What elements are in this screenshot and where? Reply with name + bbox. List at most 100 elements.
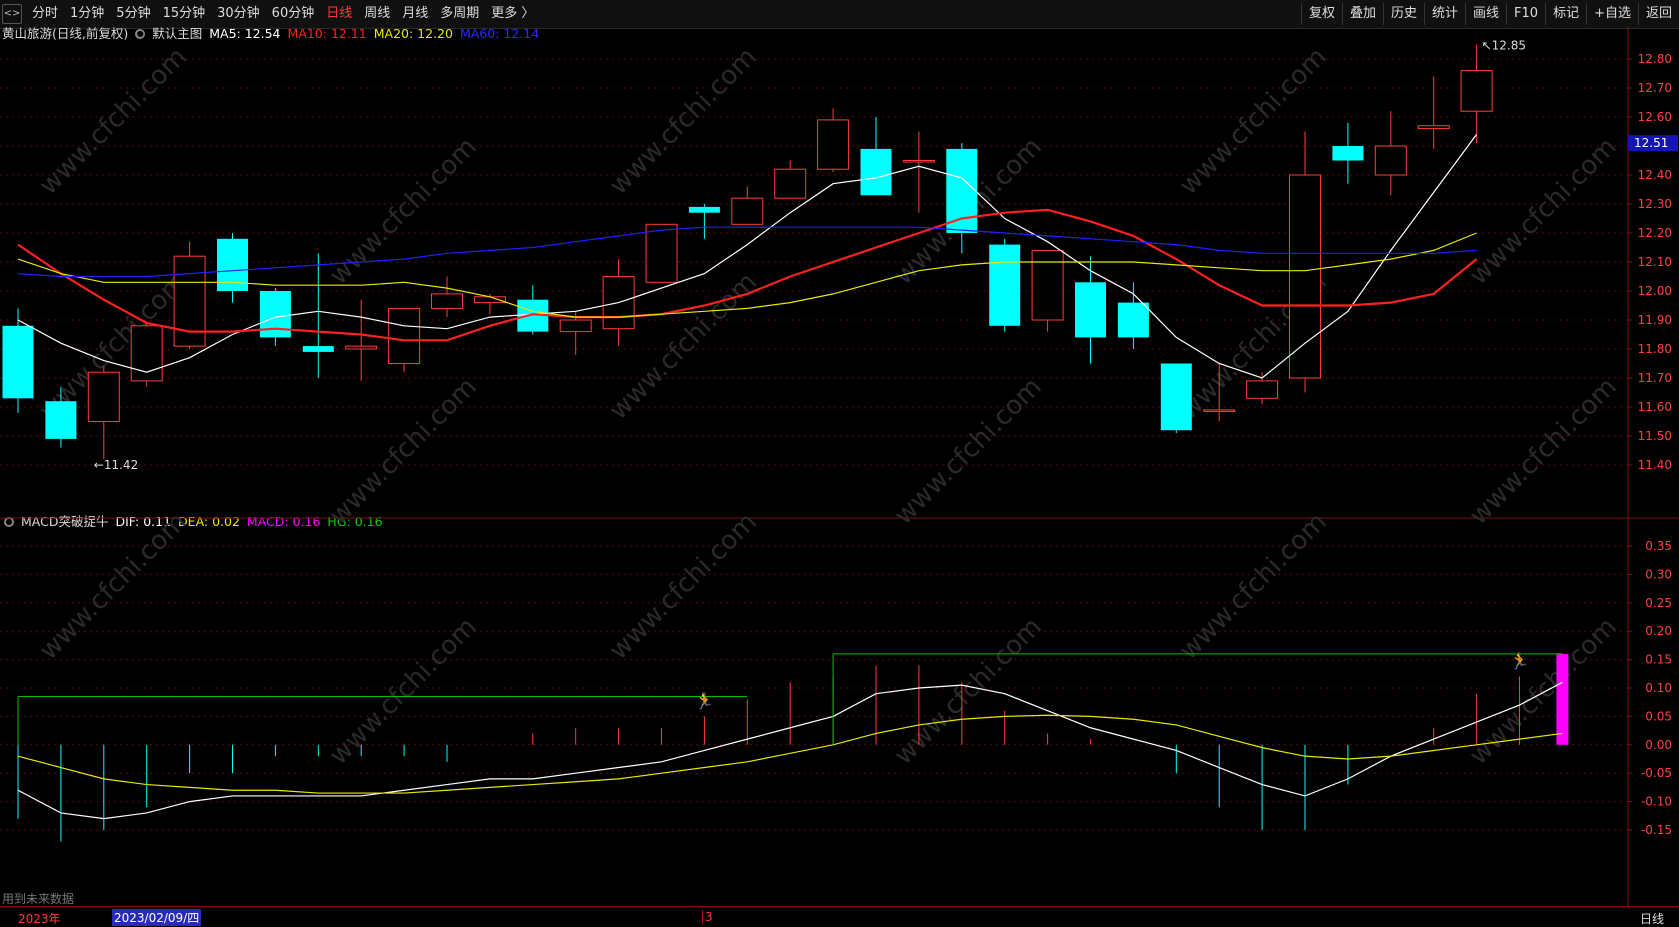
period-tab[interactable]: 多周期 [434,3,485,25]
watermark-text: www.cfchi.com [1464,372,1623,531]
candle-body-down [860,148,892,196]
y-tick-label: 12.00 [1638,284,1672,298]
watermark-text: www.cfchi.com [34,42,193,201]
macd-y-tick-label: 0.05 [1645,709,1672,723]
back-forward-icon[interactable]: <> [2,4,22,24]
y-tick-label: 12.70 [1638,81,1672,95]
candle-body-up [902,160,935,163]
candle-body-down [1160,363,1192,431]
tool-button[interactable]: 画线 [1465,3,1506,25]
watermark-text: www.cfchi.com [1174,507,1333,666]
candle-body-up [345,345,378,350]
future-data-note: 用到未来数据 [2,892,75,906]
candle-body-down [989,244,1021,326]
candle-body-down [1117,302,1149,338]
candle-body-up [774,168,807,199]
period-tab[interactable]: 60分钟 [266,3,321,25]
candle-body-up [388,307,421,364]
candle-body-up [473,296,506,304]
candle-body-up [1203,409,1236,412]
cursor-date-label: 2023/02/09/四 [112,909,202,926]
tool-button[interactable]: +自选 [1586,3,1638,25]
tool-buttons: 复权 叠加 历史 统计 画线 F10 标记 +自选 返回 [1300,0,1679,28]
candle-body-up [1374,145,1407,176]
macd-y-tick-label: 0.25 [1645,596,1672,610]
candle-body-up [817,119,850,170]
candle-body-down [946,148,978,233]
watermark-text: www.cfchi.com [34,507,193,666]
month-mark: 3 [702,910,713,924]
macd-y-tick-label: 0.30 [1645,567,1672,581]
macd-y-tick-label: -0.05 [1641,766,1672,780]
time-axis-bar: 2023年 2023/02/09/四 3 日线 [0,906,1679,927]
period-label: 日线 [1640,912,1665,926]
period-tab[interactable]: 15分钟 [157,3,212,25]
y-tick-label: 12.30 [1638,197,1672,211]
y-tick-label: 12.60 [1638,110,1672,124]
macd-y-tick-label: 0.35 [1645,539,1672,553]
candle-body-up [1289,174,1321,379]
candle-body-up [87,371,120,423]
watermark-text: www.cfchi.com [324,372,483,531]
year-label: 2023年 [18,912,61,926]
watermark-text: www.cfchi.com [604,507,763,666]
candle-body-up [731,197,764,225]
candle-body-down [2,325,34,399]
period-tab[interactable]: 日线 [320,3,358,25]
tool-button[interactable]: 叠加 [1341,3,1383,25]
y-tick-label: 12.10 [1638,255,1672,269]
y-tick-label: 11.70 [1638,371,1672,385]
y-tick-label: 11.60 [1638,400,1672,414]
signal-runner-icon: 🏃 [694,691,714,710]
candle-body-down [688,206,720,213]
candle-body-up [1031,249,1064,321]
candle-body-up [645,223,678,283]
macd-y-tick-label: 0.00 [1645,738,1672,752]
y-tick-label: 11.40 [1638,458,1672,472]
watermark-text: www.cfchi.com [889,372,1048,531]
tool-button[interactable]: 返回 [1637,3,1679,25]
current-price-label: 12.51 [1634,136,1668,150]
macd-y-tick-label: -0.10 [1641,795,1672,809]
kline-chart[interactable]: www.cfchi.com www.cfchi.com www.cfchi.com w… [0,26,1679,906]
period-tab[interactable]: 月线 [396,3,434,25]
y-tick-label: 12.40 [1638,168,1672,182]
candle-body-down [45,401,77,439]
period-tabs: <> 分时 1分钟 5分钟 15分钟 30分钟 60分钟 日线 周线 月线 多周期 更多 〉 [0,0,540,28]
candle-body-up [559,319,592,333]
candle-body-down [302,346,334,352]
candle-body-down [1075,282,1106,338]
tool-button[interactable]: 复权 [1300,3,1342,25]
period-tab[interactable]: 分时 [26,3,64,25]
period-tab[interactable]: 更多 〉 [485,3,540,25]
period-tab[interactable]: 5分钟 [110,3,156,25]
high-price-label: ↖12.85 [1482,39,1526,53]
macd-y-tick-label: -0.15 [1641,823,1672,837]
candle-body-up [431,293,463,309]
period-tab-list: 分时 1分钟 5分钟 15分钟 30分钟 60分钟 日线 周线 月线 多周期 更多 〉 [26,3,540,25]
tool-button[interactable]: 统计 [1424,3,1465,25]
tool-button[interactable]: 标记 [1545,3,1586,25]
tool-button[interactable]: 历史 [1382,3,1424,25]
period-tab[interactable]: 1分钟 [64,3,110,25]
candle-body-up [1246,380,1279,399]
macd-y-tick-label: 0.15 [1645,653,1672,667]
y-tick-label: 12.80 [1638,52,1672,66]
watermark-text: www.cfchi.com [1464,132,1623,291]
period-tab[interactable]: 30分钟 [211,3,266,25]
y-tick-label: 11.80 [1638,342,1672,356]
y-tick-label: 12.20 [1638,226,1672,240]
candle-body-up [1417,125,1450,130]
tool-button[interactable]: F10 [1506,3,1545,25]
macd-y-tick-label: 0.20 [1645,624,1672,638]
candle-body-down [1332,146,1364,161]
signal-runner-icon: 🏃 [1510,652,1530,671]
watermark-text: www.cfchi.com [324,132,483,291]
watermark-text: www.cfchi.com [604,42,763,201]
period-tab[interactable]: 周线 [358,3,396,25]
watermark-text: www.cfchi.com [1464,612,1623,771]
macd-bar-highlight [1556,653,1569,745]
candle-body-up [1460,70,1493,112]
low-price-label: ←11.42 [94,458,138,472]
watermark-text: www.cfchi.com [324,612,483,771]
